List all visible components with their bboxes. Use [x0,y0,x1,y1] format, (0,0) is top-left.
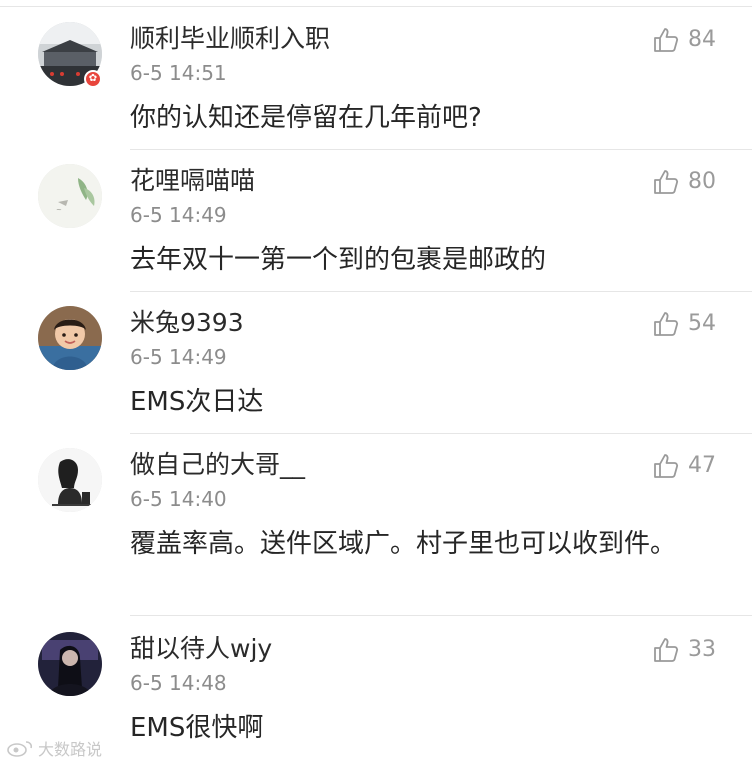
timestamp: 6-5 14:51 [130,61,227,85]
like-button[interactable]: 84 [652,26,716,54]
timestamp: 6-5 14:49 [130,345,227,369]
svg-text:~: ~ [56,206,62,214]
username[interactable]: 顺利毕业顺利入职 [130,22,330,56]
timestamp: 6-5 14:40 [130,487,227,511]
thumbs-up-icon [652,168,680,196]
thumbs-up-icon [652,26,680,54]
username[interactable]: 花哩嗝喵喵 [130,164,255,198]
weibo-logo-icon [6,739,34,757]
comment-text: EMS很快啊 [130,713,264,743]
username[interactable]: 做自己的大哥__ [130,448,305,482]
username[interactable]: 甜以待人wjy [130,632,272,666]
avatar[interactable] [38,632,102,696]
like-button[interactable]: 54 [652,310,716,338]
timestamp: 6-5 14:49 [130,203,227,227]
like-count: 54 [688,311,716,336]
like-count: 33 [688,637,716,662]
avatar[interactable]: ~ [38,164,102,228]
avatar[interactable] [38,306,102,370]
comment-text: 覆盖率高。送件区域广。村子里也可以收到件。 [130,529,677,559]
watermark: 大数路说 [6,736,102,760]
comment-text: EMS次日达 [130,387,264,417]
thumbs-up-icon [652,452,680,480]
watermark-text: 大数路说 [38,740,103,759]
like-count: 80 [688,169,716,194]
comment-text: 你的认知还是停留在几年前吧? [130,103,482,133]
like-button[interactable]: 47 [652,452,716,480]
divider [130,291,752,292]
username[interactable]: 米兔9393 [130,306,244,340]
top-divider [0,6,752,7]
like-button[interactable]: 80 [652,168,716,196]
timestamp: 6-5 14:48 [130,671,227,695]
divider [130,615,752,616]
avatar[interactable] [38,448,102,512]
like-count: 84 [688,27,716,52]
like-button[interactable]: 33 [652,636,716,664]
divider [130,149,752,150]
flower-badge-icon: ✿ [84,70,102,88]
thumbs-up-icon [652,636,680,664]
like-count: 47 [688,453,716,478]
thumbs-up-icon [652,310,680,338]
divider [130,433,752,434]
comment-text: 去年双十一第一个到的包裹是邮政的 [130,245,547,275]
